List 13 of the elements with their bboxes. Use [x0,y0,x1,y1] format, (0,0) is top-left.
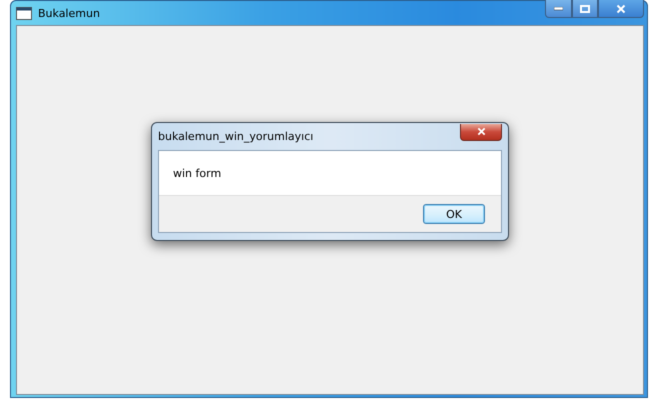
maximize-icon [580,4,590,12]
close-icon [616,4,626,14]
window-icon [16,6,32,20]
maximize-button[interactable] [572,0,598,18]
close-icon [476,127,486,136]
dialog-message: win form [173,166,222,180]
dialog-close-button[interactable] [460,124,502,140]
dialog-title: bukalemun_win_yorumlayıcı [158,130,314,143]
minimize-button[interactable] [545,0,572,18]
ok-button[interactable]: OK [423,204,485,224]
window-title: Bukalemun [38,6,100,20]
minimize-icon [554,6,563,10]
close-button[interactable] [598,0,644,18]
